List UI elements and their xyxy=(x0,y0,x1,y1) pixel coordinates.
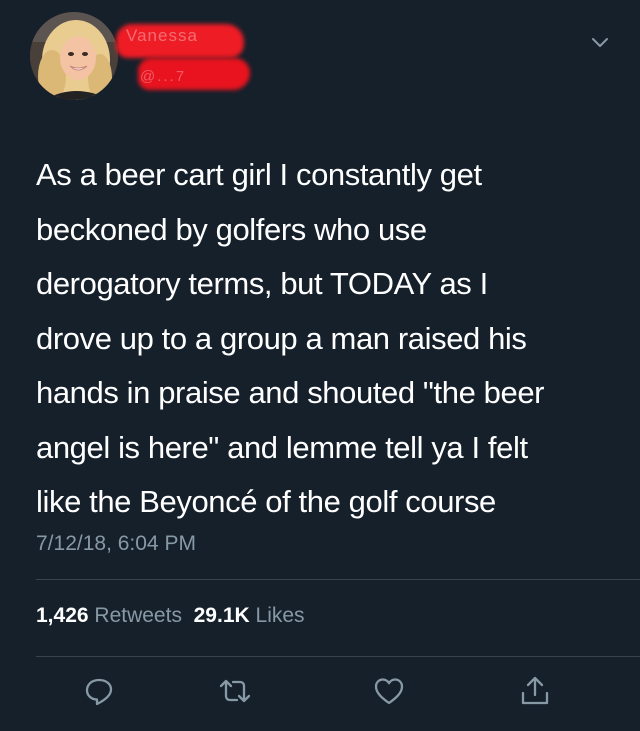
likes-stat[interactable]: 29.1K Likes xyxy=(194,604,305,627)
tweet-stats: 1,426 Retweets 29.1K Likes xyxy=(36,604,305,628)
share-icon[interactable] xyxy=(518,674,552,708)
avatar-image xyxy=(30,12,118,100)
likes-label: Likes xyxy=(255,604,305,627)
divider xyxy=(36,656,640,657)
redacted-author-info: Vanessa @...7 xyxy=(112,18,254,98)
retweet-icon[interactable] xyxy=(218,674,252,708)
chevron-down-icon[interactable] xyxy=(588,30,612,54)
avatar[interactable] xyxy=(30,12,118,100)
tweet-timestamp[interactable]: 7/12/18, 6:04 PM xyxy=(36,532,196,556)
tweet-text: As a beer cart girl I constantly get bec… xyxy=(36,157,545,519)
retweets-stat[interactable]: 1,426 Retweets xyxy=(36,604,182,627)
likes-count: 29.1K xyxy=(193,604,250,627)
heart-icon[interactable] xyxy=(372,674,406,708)
author-handle[interactable]: @...7 xyxy=(140,68,186,85)
reply-icon[interactable] xyxy=(82,674,116,708)
tweet-card: Vanessa @...7 As a beer cart girl I cons… xyxy=(0,0,640,731)
divider xyxy=(36,579,640,580)
retweets-count: 1,426 xyxy=(36,604,89,627)
author-display-name[interactable]: Vanessa xyxy=(126,26,198,46)
retweets-label: Retweets xyxy=(94,604,182,627)
